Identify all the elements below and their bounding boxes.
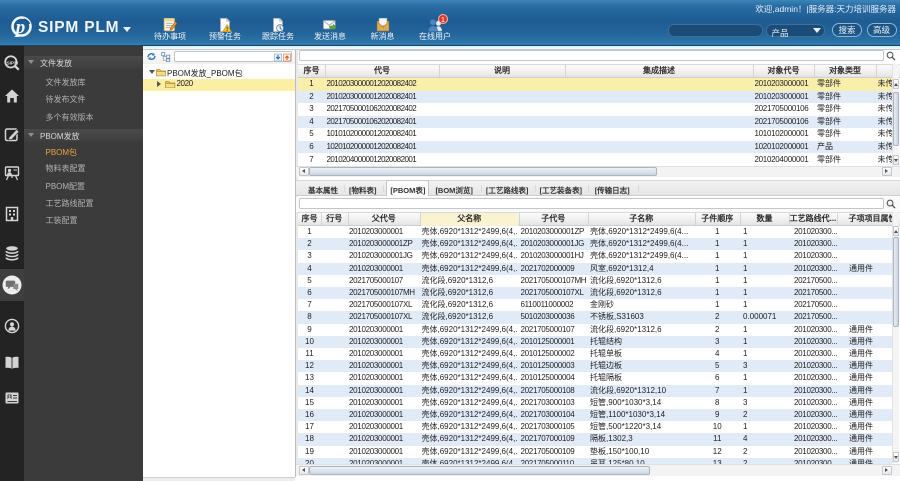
svg-text:p: p	[14, 17, 25, 38]
svg-text:SIPM: SIPM	[7, 60, 19, 66]
